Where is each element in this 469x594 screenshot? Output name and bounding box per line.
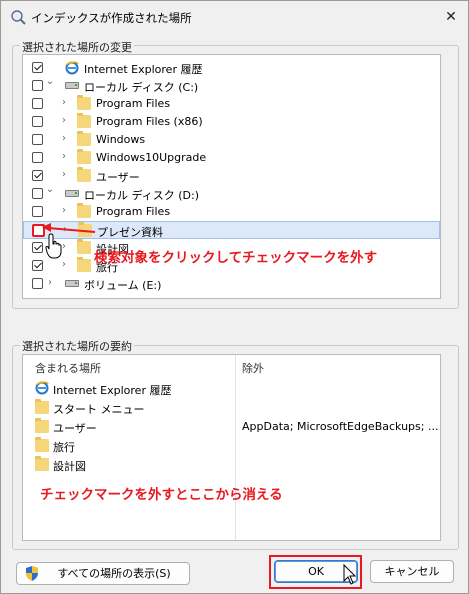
cancel-label: キャンセル bbox=[384, 565, 440, 578]
ie-icon bbox=[35, 381, 49, 395]
chevron-right-icon[interactable]: › bbox=[59, 115, 69, 126]
summary-item-label: ユーザー bbox=[53, 422, 97, 435]
folder-icon bbox=[77, 239, 91, 254]
folder-icon bbox=[35, 418, 49, 433]
row-checkbox[interactable] bbox=[32, 242, 43, 253]
summary-list: 含まれる場所 除外 Internet Explorer 履歴 スタート メニューユ… bbox=[22, 354, 441, 541]
drive-icon bbox=[65, 190, 79, 197]
chevron-right-icon[interactable]: › bbox=[59, 169, 69, 180]
folder-icon bbox=[35, 456, 49, 471]
row-checkbox[interactable] bbox=[32, 134, 43, 145]
tree-row[interactable]: › ボリューム (E:) bbox=[23, 275, 440, 293]
tree-row-label: ボリューム (E:) bbox=[84, 279, 162, 292]
annotation-removed-note: チェックマークを外すとここから消える bbox=[40, 487, 283, 503]
row-checkbox[interactable] bbox=[32, 152, 43, 163]
row-checkbox[interactable] bbox=[32, 62, 43, 73]
close-button[interactable]: ✕ bbox=[438, 5, 464, 29]
row-checkbox[interactable] bbox=[32, 188, 43, 199]
shield-icon bbox=[26, 566, 38, 581]
tree-row[interactable]: › ユーザー bbox=[23, 167, 440, 185]
column-separator bbox=[235, 355, 236, 540]
chevron-right-icon[interactable]: › bbox=[59, 205, 69, 216]
chevron-right-icon[interactable]: › bbox=[59, 133, 69, 144]
tree-row-label: Program Files bbox=[96, 205, 171, 218]
tree-row-label: Internet Explorer 履歴 bbox=[84, 63, 203, 76]
chevron-right-icon[interactable]: › bbox=[59, 97, 69, 108]
summary-group-label: 選択された場所の要約 bbox=[20, 338, 134, 354]
tree-row[interactable]: › Program Files bbox=[23, 95, 440, 113]
row-checkbox[interactable] bbox=[32, 80, 43, 91]
tree-row[interactable]: ⌄ ローカル ディスク (C:) bbox=[23, 76, 440, 95]
tree-row[interactable]: › Windows bbox=[23, 131, 440, 149]
chevron-right-icon[interactable]: › bbox=[45, 277, 55, 288]
search-index-icon bbox=[11, 10, 26, 25]
annotation-uncheck-instruction: 検索対象をクリックしてチェックマークを外す bbox=[94, 250, 378, 266]
ie-icon bbox=[65, 61, 79, 75]
tree-row-label: ローカル ディスク (D:) bbox=[84, 189, 199, 202]
chevron-down-icon[interactable]: ⌄ bbox=[45, 76, 55, 87]
tree-row[interactable]: › Program Files (x86) bbox=[23, 113, 440, 131]
change-group-label: 選択された場所の変更 bbox=[20, 39, 134, 55]
folder-icon bbox=[35, 437, 49, 452]
tree-row-label: ユーザー bbox=[96, 171, 140, 184]
chevron-right-icon[interactable]: › bbox=[59, 259, 69, 270]
folder-icon bbox=[77, 149, 91, 164]
hand-cursor-icon bbox=[45, 233, 62, 259]
summary-item-label: Internet Explorer 履歴 bbox=[53, 384, 172, 397]
folder-icon bbox=[77, 113, 91, 128]
row-checkbox[interactable] bbox=[32, 170, 43, 181]
row-checkbox[interactable] bbox=[32, 206, 43, 217]
folder-icon bbox=[77, 167, 91, 182]
arrow-cursor-icon bbox=[343, 564, 357, 585]
tree-row-label: Windows10Upgrade bbox=[96, 151, 207, 164]
tree-row-label: プレゼン資料 bbox=[97, 226, 163, 239]
folder-icon bbox=[77, 131, 91, 146]
tree-row-label: Windows bbox=[96, 133, 146, 146]
tree-row[interactable]: › Windows10Upgrade bbox=[23, 149, 440, 167]
tree-row[interactable]: Internet Explorer 履歴 bbox=[23, 59, 440, 77]
show-all-locations-button[interactable]: すべての場所の表示(S) bbox=[16, 562, 190, 585]
window-title: インデックスが作成された場所 bbox=[31, 11, 192, 25]
drive-icon bbox=[65, 280, 79, 287]
folder-icon bbox=[77, 257, 91, 272]
chevron-right-icon[interactable]: › bbox=[59, 151, 69, 162]
tree-row-label: Program Files (x86) bbox=[96, 115, 203, 128]
row-checkbox[interactable] bbox=[32, 116, 43, 127]
tree-row[interactable]: ⌄ ローカル ディスク (D:) bbox=[23, 184, 440, 203]
tree-row[interactable]: › Program Files bbox=[23, 203, 440, 221]
row-checkbox[interactable] bbox=[32, 98, 43, 109]
ok-label: OK bbox=[308, 565, 324, 578]
row-checkbox[interactable] bbox=[32, 260, 43, 271]
drive-icon bbox=[65, 82, 79, 89]
show-all-label: すべての場所の表示(S) bbox=[57, 567, 171, 580]
tree-row-label: Program Files bbox=[96, 97, 171, 110]
folder-icon bbox=[77, 203, 91, 218]
summary-item-label: 旅行 bbox=[53, 441, 75, 454]
row-checkbox[interactable] bbox=[32, 278, 43, 289]
cancel-button[interactable]: キャンセル bbox=[370, 560, 454, 583]
chevron-down-icon[interactable]: ⌄ bbox=[45, 184, 55, 195]
folder-icon bbox=[77, 95, 91, 110]
excluded-locations: AppData; MicrosoftEdgeBackups; ... bbox=[242, 420, 439, 433]
summary-item-label: 設計図 bbox=[53, 460, 86, 473]
indexed-locations-dialog: インデックスが作成された場所 ✕ 選択された場所の変更 Internet Exp… bbox=[0, 0, 469, 594]
title-bar: インデックスが作成された場所 ✕ bbox=[1, 1, 468, 33]
excluded-column-header: 除外 bbox=[242, 362, 264, 375]
folder-icon bbox=[35, 399, 49, 414]
close-icon: ✕ bbox=[445, 9, 457, 25]
summary-item-label: スタート メニュー bbox=[53, 403, 145, 416]
included-column-header: 含まれる場所 bbox=[35, 362, 101, 375]
tree-row-label: ローカル ディスク (C:) bbox=[84, 81, 199, 94]
